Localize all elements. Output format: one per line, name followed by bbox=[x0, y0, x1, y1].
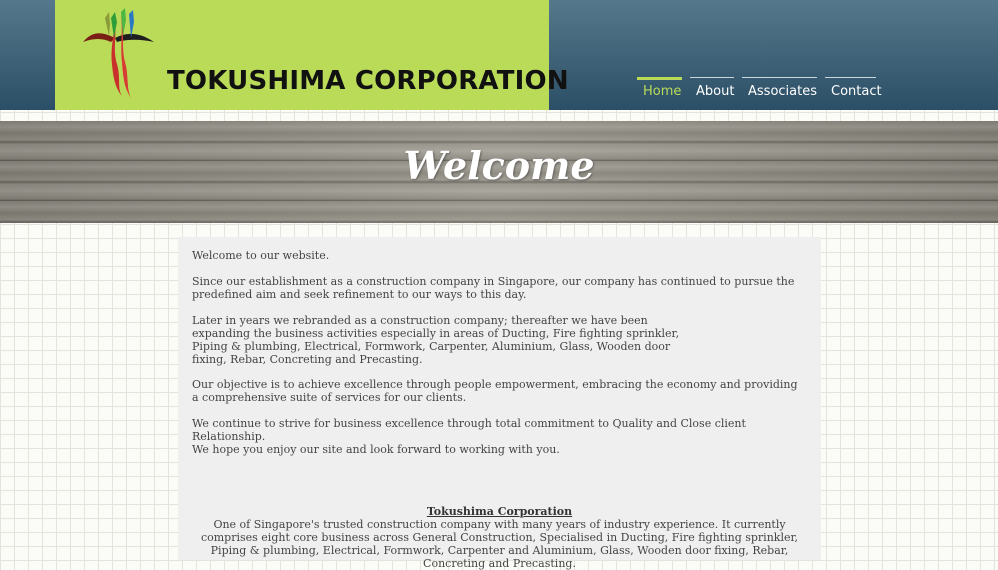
paragraph-objective: Our objective is to achieve excellence t… bbox=[192, 378, 798, 404]
content-panel: Welcome to our website. Since our establ… bbox=[178, 237, 821, 570]
site-header: TOKUSHIMA CORPORATION Home About Associa… bbox=[0, 0, 998, 110]
logo-area[interactable]: TOKUSHIMA CORPORATION bbox=[55, 0, 569, 110]
nav-associates[interactable]: Associates bbox=[742, 77, 817, 108]
paragraph-welcome: Welcome to our website. bbox=[192, 249, 330, 262]
main-nav: Home About Associates Contact bbox=[637, 77, 884, 108]
welcome-title: Welcome bbox=[403, 143, 595, 188]
nav-about[interactable]: About bbox=[690, 77, 734, 108]
welcome-banner: Welcome bbox=[0, 121, 998, 223]
tokushima-logo-icon bbox=[83, 8, 154, 98]
paragraph-rebranding: Later in years we rebranded as a constru… bbox=[192, 314, 680, 366]
nav-contact[interactable]: Contact bbox=[825, 77, 882, 108]
company-name: TOKUSHIMA CORPORATION bbox=[167, 66, 569, 96]
paragraph-closing: We hope you enjoy our site and look forw… bbox=[192, 443, 560, 456]
paragraph-establishment: Since our establishment as a constructio… bbox=[192, 275, 795, 301]
footer-description: One of Singapore's trusted construction … bbox=[200, 518, 799, 570]
footer-title: Tokushima Corporation bbox=[426, 505, 573, 518]
nav-home[interactable]: Home bbox=[637, 77, 682, 108]
paragraph-commitment: We continue to strive for business excel… bbox=[192, 417, 746, 443]
